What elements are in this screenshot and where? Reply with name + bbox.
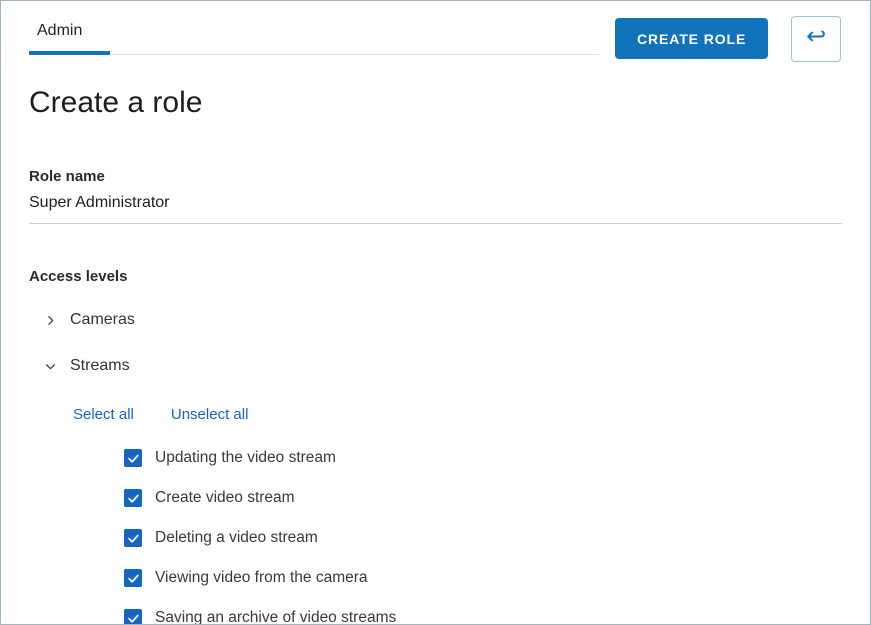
permission-row[interactable]: Deleting a video stream <box>124 529 842 547</box>
permission-label: Saving an archive of video streams <box>155 609 396 625</box>
chevron-down-icon <box>44 360 57 373</box>
checkbox-checked[interactable] <box>124 529 142 547</box>
select-all-link[interactable]: Select all <box>73 406 134 423</box>
permission-row[interactable]: Viewing video from the camera <box>124 569 842 587</box>
permission-row[interactable]: Create video stream <box>124 489 842 507</box>
checkbox-checked[interactable] <box>124 489 142 507</box>
role-name-label: Role name <box>29 168 842 185</box>
checkbox-checked[interactable] <box>124 569 142 587</box>
checkbox-checked[interactable] <box>124 449 142 467</box>
bulk-select-links: Select all Unselect all <box>29 406 842 423</box>
group-cameras-label: Cameras <box>70 311 135 329</box>
create-role-page: Admin CREATE ROLE ↩ Create a role Role n… <box>0 0 871 625</box>
tab-bar: Admin <box>29 16 599 55</box>
check-icon <box>127 612 140 625</box>
chevron-right-icon <box>44 314 57 327</box>
create-role-button[interactable]: CREATE ROLE <box>615 18 768 59</box>
permission-label: Viewing video from the camera <box>155 569 368 587</box>
permission-row[interactable]: Updating the video stream <box>124 449 842 467</box>
group-cameras[interactable]: Cameras <box>29 309 842 331</box>
permission-list: Updating the video stream Create video s… <box>29 449 842 625</box>
check-icon <box>127 492 140 505</box>
tab-admin[interactable]: Admin <box>29 16 110 55</box>
check-icon <box>127 532 140 545</box>
undo-arrow-icon: ↩ <box>806 25 826 49</box>
permission-label: Deleting a video stream <box>155 529 318 547</box>
permission-label: Create video stream <box>155 489 295 507</box>
checkbox-checked[interactable] <box>124 609 142 625</box>
permission-row[interactable]: Saving an archive of video streams <box>124 609 842 625</box>
unselect-all-link[interactable]: Unselect all <box>171 406 249 423</box>
check-icon <box>127 572 140 585</box>
access-levels-label: Access levels <box>29 268 842 285</box>
group-streams-label: Streams <box>70 357 130 375</box>
check-icon <box>127 452 140 465</box>
permission-label: Updating the video stream <box>155 449 336 467</box>
top-bar: Admin CREATE ROLE ↩ <box>29 16 842 62</box>
tab-admin-label: Admin <box>37 22 82 39</box>
group-streams[interactable]: Streams <box>29 355 842 377</box>
role-name-input[interactable] <box>29 185 842 224</box>
back-button[interactable]: ↩ <box>791 16 841 62</box>
page-title: Create a role <box>29 86 842 120</box>
